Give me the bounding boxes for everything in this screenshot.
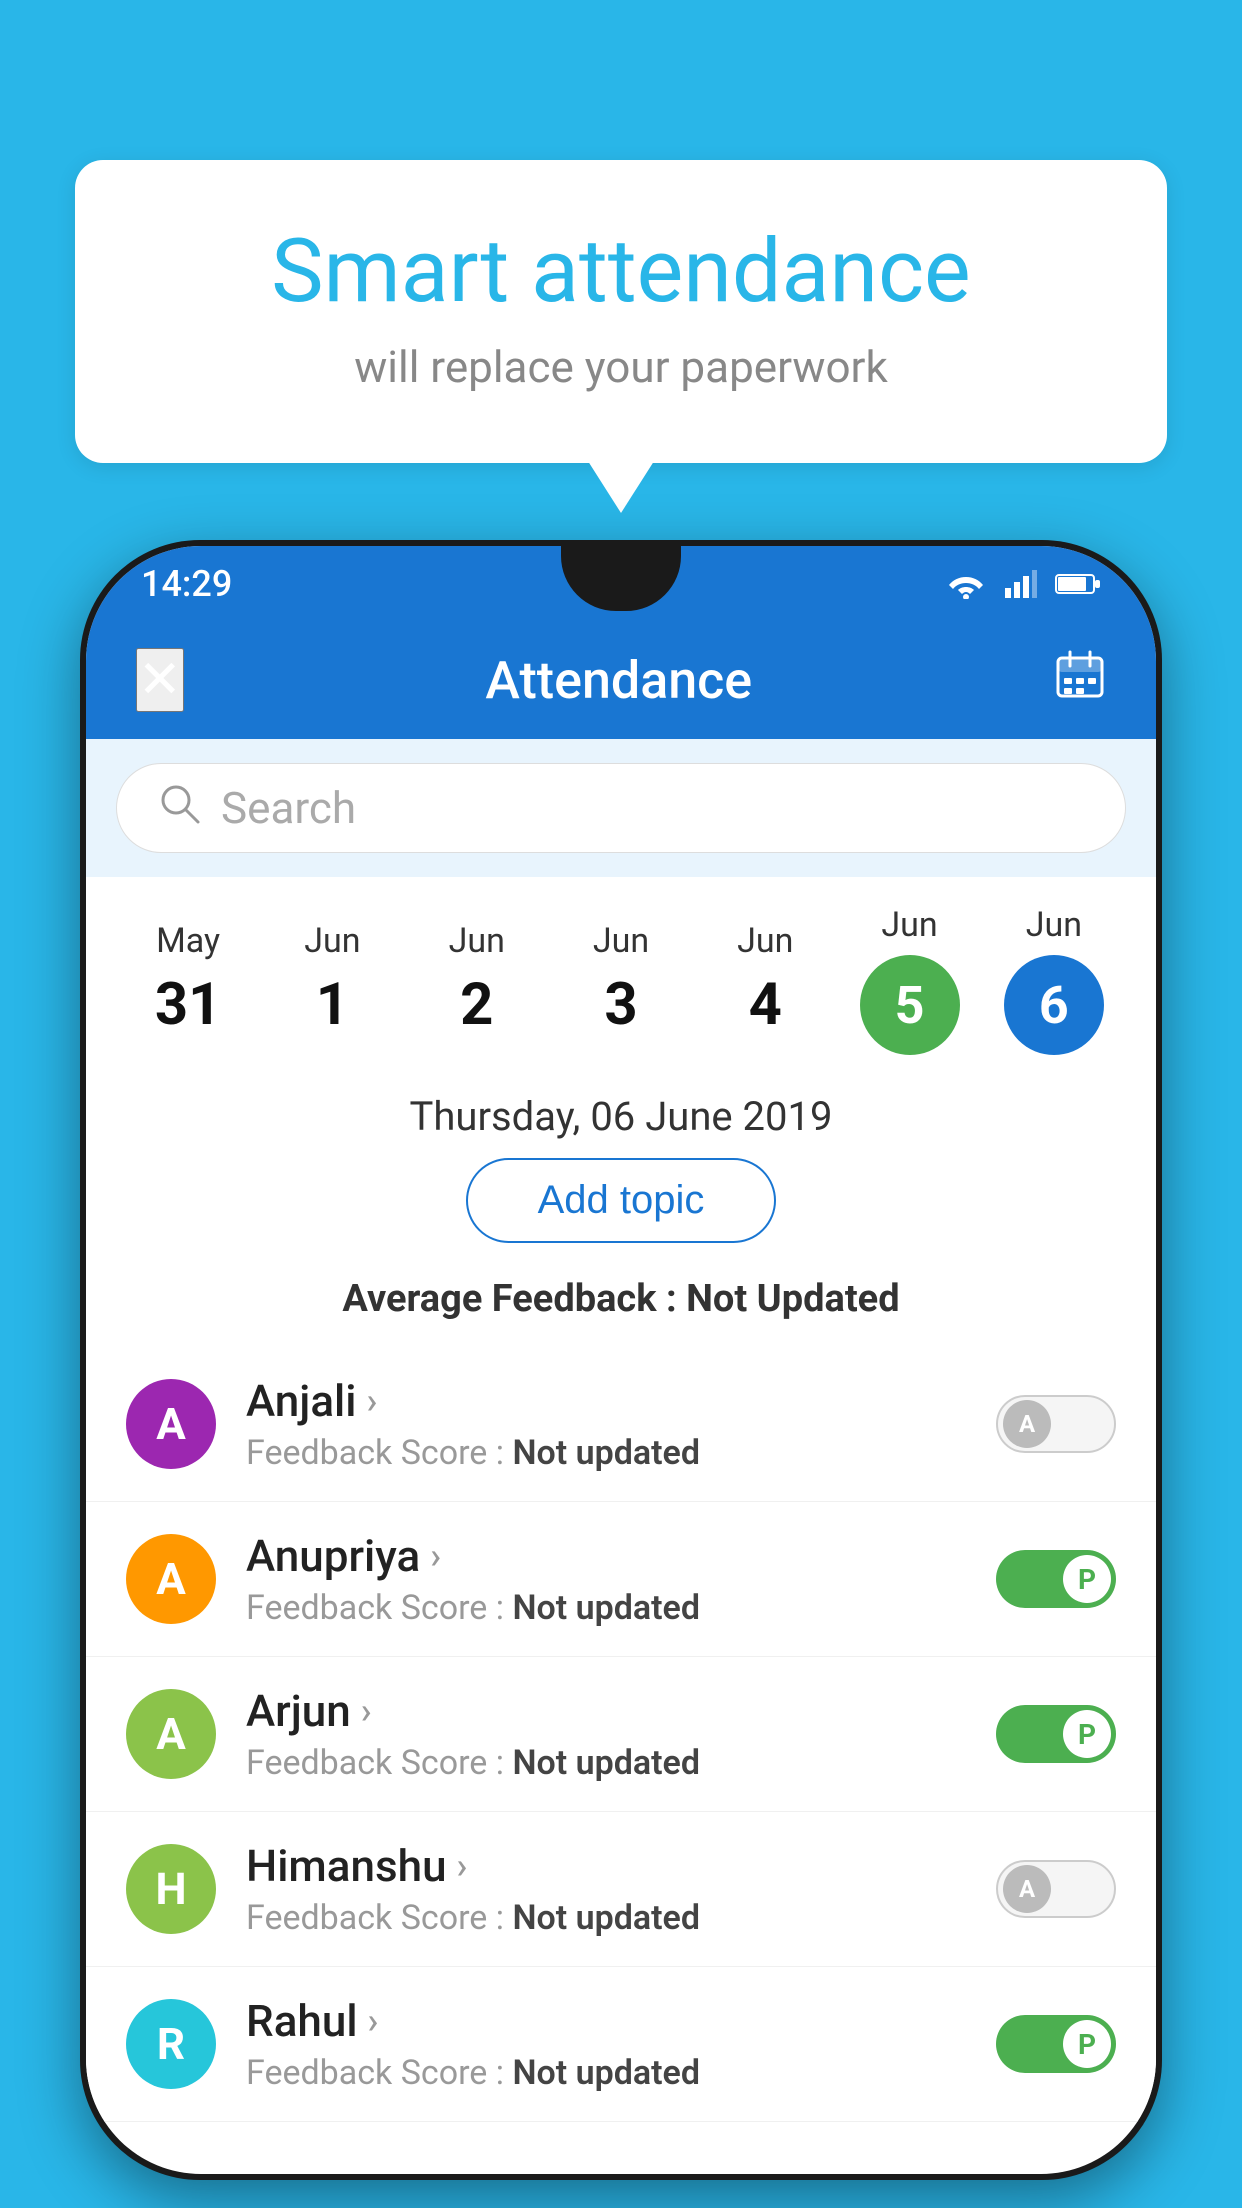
status-icons xyxy=(945,569,1101,599)
student-name-text: Anjali xyxy=(246,1375,356,1427)
date-col[interactable]: Jun 5 xyxy=(837,905,981,1055)
student-item: R Rahul› Feedback Score : Not updated P xyxy=(86,1967,1156,2122)
attendance-toggle[interactable]: P xyxy=(996,1705,1116,1763)
chevron-right-icon: › xyxy=(366,1380,377,1422)
feedback-score: Feedback Score : Not updated xyxy=(246,1898,966,1938)
student-info: Anupriya› Feedback Score : Not updated xyxy=(246,1530,966,1628)
student-info: Rahul› Feedback Score : Not updated xyxy=(246,1995,966,2093)
date-day: 31 xyxy=(155,971,222,1039)
chevron-right-icon: › xyxy=(457,1845,468,1887)
wifi-icon xyxy=(945,569,987,599)
phone-screen: 14:29 xyxy=(86,546,1156,2174)
date-col[interactable]: Jun 2 xyxy=(405,921,549,1039)
search-bar[interactable]: Search xyxy=(116,763,1126,853)
student-name-text: Himanshu xyxy=(246,1840,447,1892)
date-month: Jun xyxy=(1026,905,1082,945)
attendance-toggle[interactable]: P xyxy=(996,1550,1116,1608)
date-col[interactable]: Jun 3 xyxy=(549,921,693,1039)
chevron-right-icon: › xyxy=(368,2000,379,2042)
toggle-knob: P xyxy=(1063,2020,1111,2068)
toggle-knob: A xyxy=(1003,1400,1051,1448)
date-col[interactable]: Jun 1 xyxy=(260,921,404,1039)
date-month: Jun xyxy=(737,921,793,961)
date-day: 5 xyxy=(860,955,960,1055)
status-time: 14:29 xyxy=(141,563,232,605)
date-strip: May 31 Jun 1 Jun 2 Jun 3 Jun 4 Jun 5 Jun 6 xyxy=(86,877,1156,1065)
add-topic-button[interactable]: Add topic xyxy=(466,1158,777,1243)
student-name-text: Arjun xyxy=(246,1685,351,1737)
student-name[interactable]: Arjun› xyxy=(246,1685,966,1737)
selected-date-display: Thursday, 06 June 2019 xyxy=(86,1065,1156,1158)
search-placeholder: Search xyxy=(221,782,356,834)
signal-icon xyxy=(1005,570,1037,598)
battery-icon xyxy=(1055,572,1101,596)
date-day: 3 xyxy=(604,971,637,1039)
notch xyxy=(561,546,681,611)
avatar: A xyxy=(126,1689,216,1779)
student-list: AAnjali›Feedback Score : Not updatedAAAn… xyxy=(86,1347,1156,2122)
student-item: H Himanshu› Feedback Score : Not updated A xyxy=(86,1812,1156,1967)
app-header: ✕ Attendance xyxy=(86,621,1156,739)
attendance-toggle[interactable]: A xyxy=(996,1395,1116,1453)
date-col[interactable]: May 31 xyxy=(116,921,260,1039)
avg-feedback-label: Average Feedback : xyxy=(342,1277,676,1321)
date-month: Jun xyxy=(593,921,649,961)
student-name[interactable]: Anupriya› xyxy=(246,1530,966,1582)
avg-feedback-value: Not Updated xyxy=(686,1277,900,1321)
toggle-knob: P xyxy=(1063,1710,1111,1758)
feedback-score: Feedback Score : Not updated xyxy=(246,1433,966,1473)
speech-bubble: Smart attendance will replace your paper… xyxy=(75,160,1167,463)
student-name[interactable]: Anjali› xyxy=(246,1375,966,1427)
avatar: A xyxy=(126,1534,216,1624)
phone-frame: 14:29 xyxy=(80,540,1162,2180)
date-month: May xyxy=(156,921,220,961)
bubble-subtitle: will replace your paperwork xyxy=(155,341,1087,393)
header-title: Attendance xyxy=(485,650,752,711)
student-info: Anjali› Feedback Score : Not updated xyxy=(246,1375,966,1473)
feedback-score: Feedback Score : Not updated xyxy=(246,1743,966,1783)
add-topic-section: Add topic xyxy=(86,1158,1156,1267)
student-item: A Anjali› Feedback Score : Not updated A xyxy=(86,1347,1156,1502)
date-day: 1 xyxy=(316,971,349,1039)
date-col[interactable]: Jun 4 xyxy=(693,921,837,1039)
avatar: R xyxy=(126,1999,216,2089)
date-day: 4 xyxy=(749,971,782,1039)
attendance-toggle[interactable]: P xyxy=(996,2015,1116,2073)
attendance-toggle[interactable]: A xyxy=(996,1860,1116,1918)
avg-feedback: Average Feedback : Not Updated xyxy=(86,1267,1156,1347)
date-month: Jun xyxy=(449,921,505,961)
date-month: Jun xyxy=(304,921,360,961)
toggle-knob: P xyxy=(1063,1555,1111,1603)
speech-bubble-section: Smart attendance will replace your paper… xyxy=(75,160,1167,463)
date-day: 2 xyxy=(460,971,493,1039)
student-info: Himanshu› Feedback Score : Not updated xyxy=(246,1840,966,1938)
chevron-right-icon: › xyxy=(430,1535,441,1577)
student-name-text: Anupriya xyxy=(246,1530,420,1582)
student-item: A Arjun› Feedback Score : Not updated P xyxy=(86,1657,1156,1812)
student-info: Arjun› Feedback Score : Not updated xyxy=(246,1685,966,1783)
close-button[interactable]: ✕ xyxy=(136,648,184,712)
student-name[interactable]: Rahul› xyxy=(246,1995,966,2047)
date-day: 6 xyxy=(1004,955,1104,1055)
avatar: A xyxy=(126,1379,216,1469)
search-container: Search xyxy=(86,739,1156,877)
feedback-score: Feedback Score : Not updated xyxy=(246,2053,966,2093)
calendar-icon[interactable] xyxy=(1054,648,1106,712)
toggle-knob: A xyxy=(1003,1865,1051,1913)
date-col[interactable]: Jun 6 xyxy=(982,905,1126,1055)
bubble-title: Smart attendance xyxy=(155,220,1087,323)
student-name[interactable]: Himanshu› xyxy=(246,1840,966,1892)
date-month: Jun xyxy=(881,905,937,945)
search-icon xyxy=(157,781,201,836)
status-bar: 14:29 xyxy=(86,546,1156,621)
feedback-score: Feedback Score : Not updated xyxy=(246,1588,966,1628)
student-name-text: Rahul xyxy=(246,1995,358,2047)
avatar: H xyxy=(126,1844,216,1934)
student-item: A Anupriya› Feedback Score : Not updated P xyxy=(86,1502,1156,1657)
phone-wrapper: 14:29 xyxy=(80,540,1162,2208)
chevron-right-icon: › xyxy=(361,1690,372,1732)
